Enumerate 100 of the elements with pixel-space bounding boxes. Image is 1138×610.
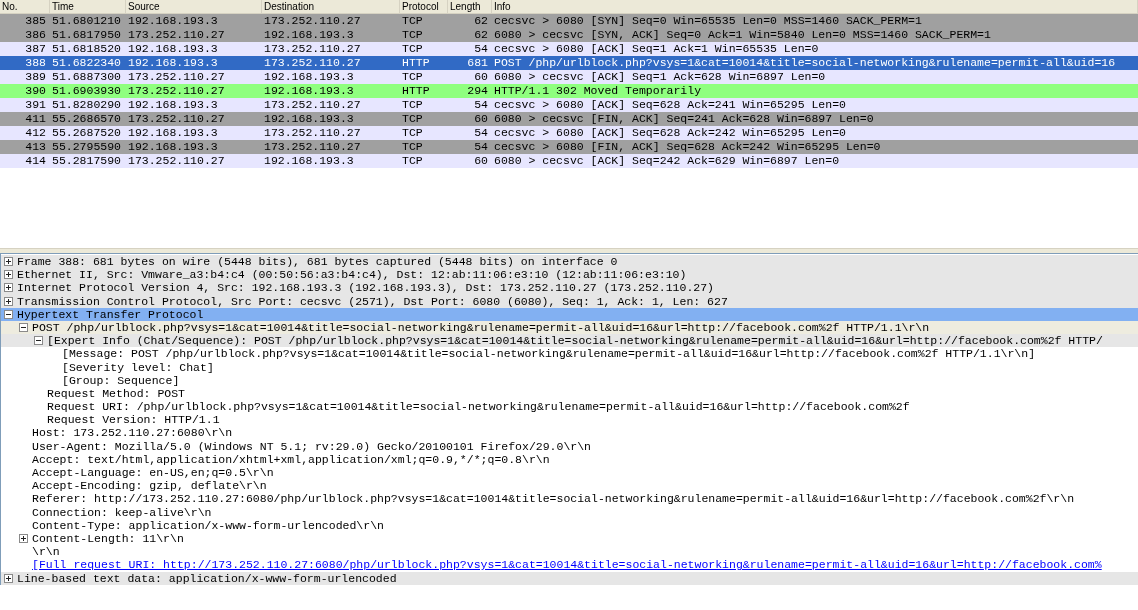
table-cell-text: 173.252.110.27	[127, 112, 226, 126]
tree-item[interactable]: Accept: text/html,application/xhtml+xml,application/xml;q=0.9,*/*;q=0.8\r\n	[1, 452, 1138, 466]
collapse-icon[interactable]	[34, 336, 43, 346]
tree-item[interactable]: Accept-Language: en-US,en;q=0.5\r\n	[1, 466, 1138, 480]
table-cell-text: 192.168.193.3	[263, 70, 355, 84]
table-cell-text: 390	[24, 84, 47, 98]
table-cell-text: 60	[473, 154, 489, 168]
tree-item-label: Accept-Encoding: gzip, deflate\r\n	[32, 479, 267, 493]
table-cell-text: 51.6801210	[51, 14, 122, 28]
column-header[interactable]: Length	[448, 0, 492, 13]
table-cell-text: TCP	[401, 14, 424, 28]
table-cell-text: 173.252.110.27	[127, 28, 226, 42]
expand-icon[interactable]	[4, 257, 13, 267]
tree-item[interactable]: Request URI: /php/urlblock.php?vsys=1&cat=10014&title=social-networking&rulename=permit-all&uid=16&url=http://facebook.com%2f	[1, 400, 1138, 414]
tree-item[interactable]: Frame 388: 681 bytes on wire (5448 bits), 681 bytes captured (5448 bits) on interface 0	[1, 255, 1138, 269]
table-cell-text: 192.168.193.3	[127, 140, 219, 154]
table-cell-text: 54	[473, 98, 489, 112]
table-cell-text: 51.6817950	[51, 28, 122, 42]
table-cell-text: TCP	[401, 126, 424, 140]
packet-row[interactable]: 388 51.6822340 192.168.193.3 173.252.110.27 HTTP 681 POST /php/urlblock.php?vsys=1&cat=10014&title=social-networking&rulename=permit-all&uid=16	[0, 56, 1138, 70]
expand-icon[interactable]	[19, 534, 28, 544]
column-header[interactable]: No.	[0, 0, 50, 13]
table-cell-text: 411	[24, 112, 47, 126]
tree-item-label: [Group: Sequence]	[62, 373, 180, 387]
expand-icon[interactable]	[4, 573, 13, 583]
table-cell-text: 192.168.193.3	[127, 56, 219, 70]
tree-item-label: Host: 173.252.110.27:6080\r\n	[32, 426, 233, 440]
table-cell-text: 54	[473, 42, 489, 56]
tree-item-label: Hypertext Transfer Protocol	[17, 307, 204, 321]
table-cell-text: 388	[24, 56, 47, 70]
table-cell-text: 173.252.110.27	[127, 70, 226, 84]
table-cell-text: TCP	[401, 98, 424, 112]
table-cell-text: HTTP/1.1 302 Moved Temporarily	[493, 84, 703, 98]
tree-item[interactable]: Ethernet II, Src: Vmware_a3:b4:c4 (00:50:56:a3:b4:c4), Dst: 12:ab:11:06:e3:10 (12:ab:11:06:e3:10)	[1, 268, 1138, 282]
table-cell-text: 55.2686570	[51, 112, 122, 126]
tree-item[interactable]: [Severity level: Chat]	[1, 360, 1138, 374]
tree-item-label: Content-Type: application/x-www-form-urlencoded\r\n	[32, 518, 384, 532]
tree-item[interactable]: Content-Length: 11\r\n	[1, 531, 1138, 546]
table-cell-text: 192.168.193.3	[127, 14, 219, 28]
packet-row[interactable]: 412 55.2687520 192.168.193.3 173.252.110.27 TCP 54 cecsvc > 6080 [ACK] Seq=628 Ack=242 Win=65295 Len=0	[0, 126, 1138, 140]
packet-row[interactable]: 386 51.6817950 173.252.110.27 192.168.193.3 TCP 62 6080 > cecsvc [SYN, ACK] Seq=0 Ack=1 Win=5840 Len=0 MSS=1460 SACK_PERM=1	[0, 28, 1138, 42]
collapse-icon[interactable]	[19, 323, 28, 333]
table-cell-text: 51.6818520	[51, 42, 122, 56]
packet-row[interactable]: 413 55.2795590 192.168.193.3 173.252.110.27 TCP 54 cecsvc > 6080 [FIN, ACK] Seq=628 Ack=242 Win=65295 Len=0	[0, 140, 1138, 154]
tree-item-label: Accept-Language: en-US,en;q=0.5\r\n	[32, 466, 274, 480]
tree-item-label: Request URI: /php/urlblock.php?vsys=1&cat=10014&title=social-networking&rulename=permit-all&uid=16&url=http://facebook.com%2f	[47, 400, 910, 414]
tree-item[interactable]: Request Method: POST	[1, 386, 1138, 401]
tree-item[interactable]: Host: 173.252.110.27:6080\r\n	[1, 426, 1138, 440]
table-cell-text: HTTP	[401, 84, 431, 98]
packet-row[interactable]: 389 51.6887300 173.252.110.27 192.168.193.3 TCP 60 6080 > cecsvc [ACK] Seq=1 Ack=628 Win=6897 Len=0	[0, 70, 1138, 84]
table-cell-text: TCP	[401, 140, 424, 154]
expand-icon[interactable]	[4, 283, 13, 293]
table-cell-text: 192.168.193.3	[263, 28, 355, 42]
table-cell-text: 192.168.193.3	[263, 112, 355, 126]
table-cell-text: 173.252.110.27	[263, 42, 362, 56]
table-cell-text: 173.252.110.27	[263, 98, 362, 112]
table-cell-text: POST /php/urlblock.php?vsys=1&cat=10014&title=social-networking&rulename=permit-all&uid=16	[493, 56, 1117, 70]
tree-item-label: POST /php/urlblock.php?vsys=1&cat=10014&title=social-networking&rulename=permit-all&uid=16&url=http://facebook.com%2f HTTP/1.1\r\n	[32, 320, 930, 335]
table-cell-text: cecsvc > 6080 [FIN, ACK] Seq=628 Ack=242 Win=65295 Len=0	[493, 140, 882, 154]
tree-item[interactable]: Content-Type: application/x-www-form-urlencoded\r\n	[1, 518, 1138, 532]
table-cell-text: 192.168.193.3	[127, 98, 219, 112]
column-header[interactable]: Time	[50, 0, 126, 13]
table-cell-text: 192.168.193.3	[127, 42, 219, 56]
table-cell-text: 192.168.193.3	[127, 126, 219, 140]
column-header[interactable]: Protocol	[400, 0, 448, 13]
column-header[interactable]: Source	[126, 0, 262, 13]
packet-row[interactable]: 414 55.2817590 173.252.110.27 192.168.193.3 TCP 60 6080 > cecsvc [ACK] Seq=242 Ack=629 Win=6897 Len=0	[0, 154, 1138, 168]
tree-item-label: Internet Protocol Version 4, Src: 192.168.193.3 (192.168.193.3), Dst: 173.252.110.27 (173.252.110.27)	[17, 281, 714, 295]
table-cell-text: HTTP	[401, 56, 431, 70]
column-header[interactable]: Destination	[262, 0, 400, 13]
tree-item[interactable]: [Group: Sequence]	[1, 373, 1138, 387]
table-cell-text: 192.168.193.3	[263, 154, 355, 168]
table-cell-text: 389	[24, 70, 47, 84]
column-header[interactable]: Info	[492, 0, 1138, 13]
tree-item-label: User-Agent: Mozilla/5.0 (Windows NT 5.1; rv:29.0) Gecko/20100101 Firefox/29.0\r\n	[32, 439, 591, 453]
table-cell-text: 51.6903930	[51, 84, 122, 98]
tree-item[interactable]: Connection: keep-alive\r\n	[1, 505, 1138, 519]
expand-icon[interactable]	[4, 296, 13, 306]
packet-row[interactable]: 387 51.6818520 192.168.193.3 173.252.110.27 TCP 54 cecsvc > 6080 [ACK] Seq=1 Ack=1 Win=65535 Len=0	[0, 42, 1138, 56]
table-cell-text: cecsvc > 6080 [ACK] Seq=628 Ack=242 Win=65295 Len=0	[493, 126, 847, 140]
expand-icon[interactable]	[4, 270, 13, 280]
table-cell-text: 173.252.110.27	[263, 126, 362, 140]
table-cell-text: 385	[24, 14, 47, 28]
table-cell-text: 173.252.110.27	[263, 14, 362, 28]
table-cell-text: 6080 > cecsvc [ACK] Seq=242 Ack=629 Win=6897 Len=0	[493, 154, 841, 168]
tree-item[interactable]: Accept-Encoding: gzip, deflate\r\n	[1, 479, 1138, 493]
packet-row[interactable]: 385 51.6801210 192.168.193.3 173.252.110.27 TCP 62 cecsvc > 6080 [SYN] Seq=0 Win=65535 Len=0 MSS=1460 SACK_PERM=1	[0, 14, 1138, 28]
tree-item[interactable]: Line-based text data: application/x-www-form-urlencoded	[1, 571, 1138, 585]
table-cell-text: cecsvc > 6080 [ACK] Seq=628 Ack=241 Win=65295 Len=0	[493, 98, 847, 112]
tree-item[interactable]: Internet Protocol Version 4, Src: 192.168.193.3 (192.168.193.3), Dst: 173.252.110.27 (173.252.110.27)	[1, 281, 1138, 295]
tree-item[interactable]: \r\n	[1, 545, 1138, 559]
table-cell-text: 55.2687520	[51, 126, 122, 140]
tree-item-label: Line-based text data: application/x-www-form-urlencoded	[17, 571, 397, 585]
packet-row[interactable]: 411 55.2686570 173.252.110.27 192.168.193.3 TCP 60 6080 > cecsvc [FIN, ACK] Seq=241 Ack=628 Win=6897 Len=0	[0, 112, 1138, 126]
collapse-icon[interactable]	[4, 309, 13, 319]
tree-item[interactable]: User-Agent: Mozilla/5.0 (Windows NT 5.1; rv:29.0) Gecko/20100101 Firefox/29.0\r\n	[1, 439, 1138, 453]
packet-row[interactable]: 391 51.8280290 192.168.193.3 173.252.110.27 TCP 54 cecsvc > 6080 [ACK] Seq=628 Ack=241 Win=65295 Len=0	[0, 98, 1138, 112]
tree-item[interactable]: Request Version: HTTP/1.1	[1, 413, 1138, 427]
packet-row[interactable]: 390 51.6903930 173.252.110.27 192.168.193.3 HTTP 294 HTTP/1.1 302 Moved Temporarily	[0, 84, 1138, 98]
tree-item-label: [Severity level: Chat]	[62, 360, 214, 374]
